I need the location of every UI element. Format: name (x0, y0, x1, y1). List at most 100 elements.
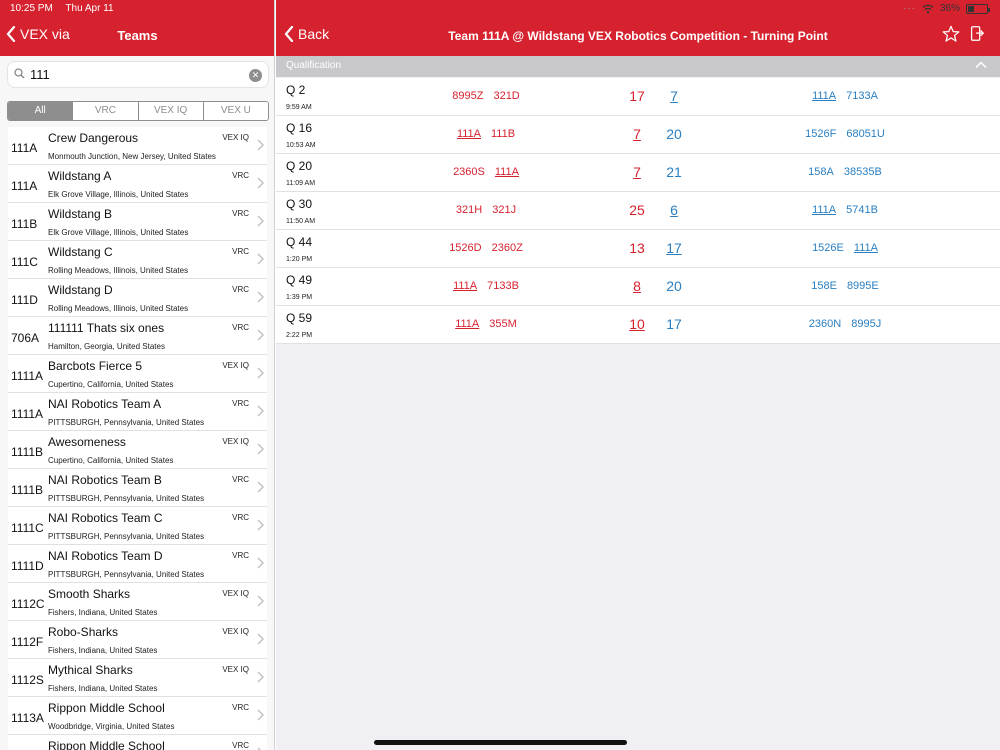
share-icon[interactable] (968, 25, 986, 43)
chevron-right-icon (257, 253, 265, 268)
team-name: Crew Dangerous (48, 131, 139, 145)
blue-team[interactable]: 158A (808, 166, 834, 178)
red-team[interactable]: 111A (453, 280, 477, 292)
blue-team[interactable]: 7133A (846, 90, 878, 102)
red-team[interactable]: 321H (456, 204, 482, 216)
teams-title: Teams (117, 28, 158, 43)
qualification-section-header[interactable]: Qualification (276, 56, 1000, 77)
team-program: VEX IQ (222, 133, 249, 142)
blue-team[interactable]: 38535B (844, 166, 882, 178)
red-team[interactable]: 111A (455, 318, 479, 330)
blue-team[interactable]: 8995E (847, 280, 879, 292)
team-row[interactable]: 1111B NAI Robotics Team B PITTSBURGH, Penn… (8, 469, 267, 507)
blue-alliance: 2360N 8995J (750, 318, 940, 330)
red-team[interactable]: 321J (492, 204, 516, 216)
blue-team[interactable]: 111A (854, 242, 878, 254)
team-location: PITTSBURGH, Pennsylvania, United States (48, 532, 205, 541)
blue-team[interactable]: 111A (812, 204, 836, 216)
blue-team[interactable]: 8995J (851, 318, 881, 330)
match-name: Q 2 (286, 83, 306, 97)
match-row[interactable]: Q 49 1:39 PM 111A 7133B 8 20 158E 8995E (276, 268, 1000, 306)
team-program: VEX IQ (222, 589, 249, 598)
team-row[interactable]: 111D Wildstang D Rolling Meadows, Illinois… (8, 279, 267, 317)
team-row[interactable]: 1111A NAI Robotics Team A PITTSBURGH, Penn… (8, 393, 267, 431)
team-row[interactable]: 1111C NAI Robotics Team C PITTSBURGH, Penn… (8, 507, 267, 545)
red-team[interactable]: 111A (457, 128, 481, 140)
match-row[interactable]: Q 59 2:22 PM 111A 355M 10 17 2360N 8995J (276, 306, 1000, 344)
segment-vex-iq[interactable]: VEX IQ (138, 102, 204, 120)
team-row[interactable]: 1113A Rippon Middle School Woodbridge, Vir… (8, 697, 267, 735)
red-team[interactable]: 2360Z (492, 242, 523, 254)
blue-team[interactable]: 68051U (846, 128, 885, 140)
match-name: Q 20 (286, 159, 313, 173)
match-row[interactable]: Q 44 1:20 PM 1526D 2360Z 13 17 1526E 111A (276, 230, 1000, 268)
red-score: 25 (629, 202, 645, 218)
team-program: VRC (232, 209, 249, 218)
segment-vex-u[interactable]: VEX U (203, 102, 268, 120)
blue-team[interactable]: 1526E (812, 242, 844, 254)
team-number: 1112C (11, 597, 45, 611)
chevron-right-icon (257, 367, 265, 382)
wifi-icon (922, 4, 934, 13)
red-team[interactable]: 7133B (487, 280, 519, 292)
segment-vrc[interactable]: VRC (73, 102, 139, 120)
team-row[interactable]: 111A Crew Dangerous Monmouth Junction, New… (8, 127, 267, 165)
blue-team[interactable]: 2360N (809, 318, 841, 330)
blue-team[interactable]: 158E (811, 280, 837, 292)
team-number: 706A (11, 331, 40, 345)
star-icon[interactable] (942, 25, 960, 43)
team-search-bar[interactable]: ✕ (7, 61, 269, 88)
team-row[interactable]: 111C Wildstang C Rolling Meadows, Illinois… (8, 241, 267, 279)
red-team[interactable]: 2360S (453, 166, 485, 178)
blue-alliance: 1526E 111A (750, 242, 940, 254)
team-row[interactable]: 1111B Awesomeness Cupertino, California, U… (8, 431, 267, 469)
red-team[interactable]: 8995Z (452, 90, 483, 102)
match-row[interactable]: Q 16 10:53 AM 111A 111B 7 20 1526F 68051U (276, 116, 1000, 154)
blue-team[interactable]: 111A (812, 90, 836, 102)
red-team[interactable]: 111B (491, 128, 515, 140)
team-location: Hamilton, Georgia, United States (48, 342, 165, 351)
red-score: 10 (629, 316, 645, 332)
team-number: 111C (11, 255, 38, 269)
team-row[interactable]: Rippon Middle School VRC (8, 735, 267, 750)
search-icon (8, 67, 30, 82)
red-team[interactable]: 321D (493, 90, 519, 102)
team-location: PITTSBURGH, Pennsylvania, United States (48, 494, 205, 503)
team-number: 111A (11, 141, 38, 155)
blue-team[interactable]: 5741B (846, 204, 878, 216)
team-row[interactable]: 111A Wildstang A Elk Grove Village, Illino… (8, 165, 267, 203)
red-score: 13 (629, 240, 645, 256)
team-name: Robo-Sharks (48, 625, 119, 639)
red-team[interactable]: 1526D (449, 242, 481, 254)
search-input[interactable] (30, 67, 230, 82)
clear-search-icon[interactable]: ✕ (249, 69, 262, 82)
team-number: 1111A (11, 407, 44, 421)
match-time: 10:53 AM (286, 142, 316, 149)
match-row[interactable]: Q 30 11:50 AM 321H 321J 25 6 111A 5741B (276, 192, 1000, 230)
back-button[interactable]: Back (284, 26, 329, 42)
team-program: VRC (232, 703, 249, 712)
back-label: Back (298, 26, 330, 42)
chevron-right-icon (257, 709, 265, 724)
team-location: PITTSBURGH, Pennsylvania, United States (48, 418, 205, 427)
team-program: VRC (232, 399, 249, 408)
team-name: Smooth Sharks (48, 587, 131, 601)
red-team[interactable]: 355M (489, 318, 517, 330)
red-alliance: 111A 111B (396, 128, 576, 140)
team-row[interactable]: 1112S Mythical Sharks Fishers, Indiana, Un… (8, 659, 267, 697)
team-row[interactable]: 1111D NAI Robotics Team D PITTSBURGH, Penn… (8, 545, 267, 583)
red-alliance: 1526D 2360Z (396, 242, 576, 254)
match-row[interactable]: Q 2 9:59 AM 8995Z 321D 17 7 111A 7133A (276, 78, 1000, 116)
team-row[interactable]: 706A 111111 Thats six ones Hamilton, Georg… (8, 317, 267, 355)
team-row[interactable]: 1111A Barcbots Fierce 5 Cupertino, Califor… (8, 355, 267, 393)
segment-all[interactable]: All (8, 102, 74, 120)
chevron-right-icon (257, 519, 265, 534)
team-row[interactable]: 111B Wildstang B Elk Grove Village, Illino… (8, 203, 267, 241)
team-row[interactable]: 1112C Smooth Sharks Fishers, Indiana, Unit… (8, 583, 267, 621)
match-row[interactable]: Q 20 11:09 AM 2360S 111A 7 21 158A 38535B (276, 154, 1000, 192)
red-team[interactable]: 111A (495, 166, 519, 178)
team-row[interactable]: 1112F Robo-Sharks Fishers, Indiana, United… (8, 621, 267, 659)
red-alliance: 8995Z 321D (396, 90, 576, 102)
blue-team[interactable]: 1526F (805, 128, 836, 140)
team-program: VRC (232, 247, 249, 256)
